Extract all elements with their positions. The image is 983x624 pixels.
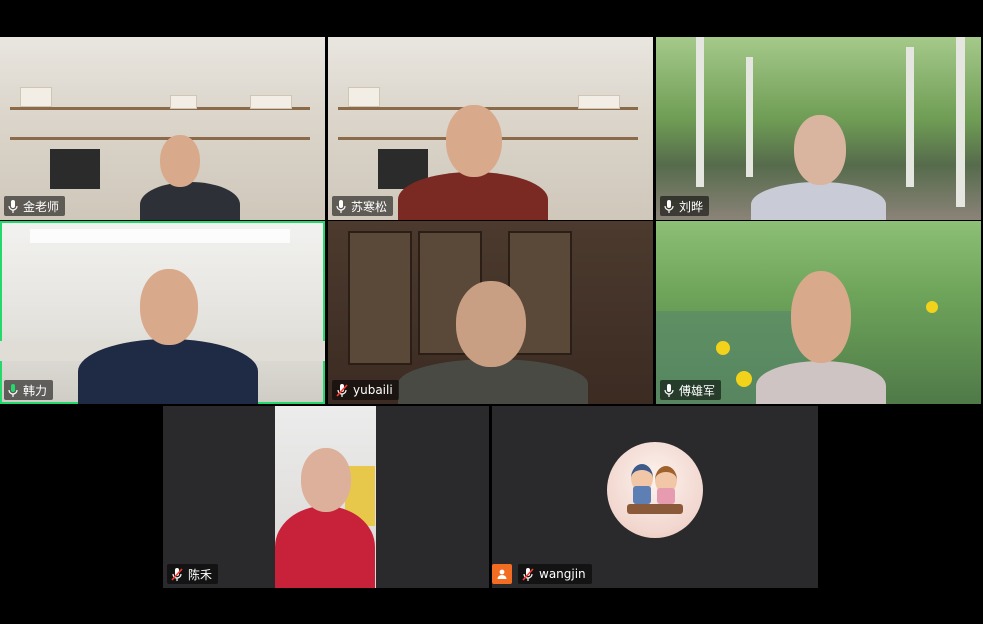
participant-face [140, 269, 198, 345]
microphone-icon [8, 199, 18, 213]
nameplate: 苏寒松 [332, 196, 394, 216]
profile-avatar-icon [492, 564, 512, 584]
cartoon-boy-body [633, 486, 651, 504]
books [170, 95, 197, 109]
video-tile-5[interactable]: yubaili [328, 221, 653, 404]
tree-trunk [746, 57, 753, 177]
participant-face [446, 105, 502, 177]
nameplate: 刘晔 [660, 196, 710, 216]
bench [627, 504, 683, 514]
tree-trunk [696, 37, 704, 187]
video-tile-8[interactable]: wangjin [492, 406, 818, 588]
flower [926, 301, 938, 313]
ceiling-light [30, 229, 290, 243]
video-tile-6[interactable]: 傅雄军 [656, 221, 981, 404]
bookcase-door [348, 231, 412, 365]
participant-body [751, 182, 886, 220]
participant-name: 金老师 [23, 199, 60, 214]
video-tile-3[interactable]: 刘晔 [656, 37, 981, 220]
microphone-muted-icon [336, 383, 348, 397]
participant-face [794, 115, 846, 185]
video-tile-7[interactable]: 陈禾 [163, 406, 489, 588]
participant-body [275, 506, 375, 588]
participant-name: wangjin [539, 567, 586, 581]
nameplate: 金老师 [4, 196, 66, 216]
participant-name: yubaili [353, 383, 393, 397]
monitor [50, 149, 100, 189]
participant-name: 陈禾 [188, 567, 213, 582]
video-feed [275, 406, 376, 588]
nameplate: yubaili [332, 380, 399, 400]
profile-avatar [607, 442, 703, 538]
books [20, 87, 52, 107]
participant-name: 刘晔 [679, 199, 704, 214]
participant-face [301, 448, 351, 512]
microphone-active-icon [8, 383, 18, 397]
microphone-icon [664, 383, 674, 397]
participant-body [78, 339, 258, 404]
tree-trunk [906, 47, 914, 187]
video-tile-2[interactable]: 苏寒松 [328, 37, 653, 220]
participant-name: 韩力 [23, 383, 48, 398]
participant-name: 苏寒松 [351, 199, 388, 214]
microphone-muted-icon [522, 567, 534, 581]
microphone-icon [336, 199, 346, 213]
books [578, 95, 620, 109]
flower [716, 341, 730, 355]
participant-face [456, 281, 526, 367]
nameplate: 韩力 [4, 380, 54, 400]
shelf [10, 137, 310, 140]
participant-name: 傅雄军 [679, 383, 716, 398]
nameplate: 傅雄军 [660, 380, 722, 400]
tree-trunk [956, 37, 965, 207]
cartoon-girl-body [657, 488, 675, 504]
participant-body [756, 361, 886, 404]
flower [736, 371, 752, 387]
books [348, 87, 380, 107]
books [250, 95, 292, 109]
participant-body [398, 172, 548, 220]
participant-body [140, 182, 240, 220]
participant-face [791, 271, 851, 363]
video-tile-4[interactable]: 韩力 [0, 221, 325, 404]
microphone-muted-icon [171, 567, 183, 581]
nameplate: wangjin [518, 564, 592, 584]
video-tile-1[interactable]: 金老师 [0, 37, 325, 220]
microphone-icon [664, 199, 674, 213]
participant-face [160, 135, 200, 187]
nameplate: 陈禾 [167, 564, 219, 584]
